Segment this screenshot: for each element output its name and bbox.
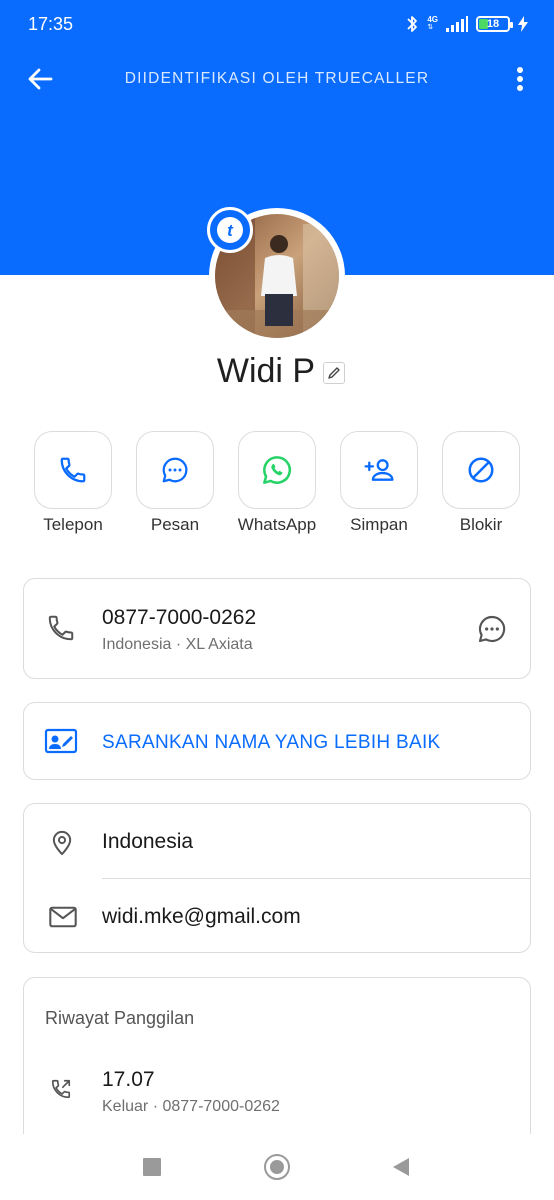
system-navigation-bar <box>0 1134 554 1200</box>
phone-icon <box>60 457 86 483</box>
signal-icon <box>446 16 468 32</box>
battery-icon: 18 <box>476 16 513 32</box>
phone-outline-icon <box>48 615 74 641</box>
action-label-call: Telepon <box>43 515 103 534</box>
call-button[interactable] <box>34 431 112 509</box>
message-icon <box>162 457 188 483</box>
app-bar: DIIDENTIFIKASI OLEH TRUECALLER <box>0 56 554 102</box>
location-text: Indonesia <box>102 830 194 853</box>
phone-carrier: Indonesia · XL Axiata <box>102 636 253 653</box>
location-row[interactable]: Indonesia <box>24 804 530 879</box>
location-pin-icon <box>52 830 72 856</box>
call-detail: Keluar · 0877-7000-0262 <box>102 1098 280 1115</box>
status-bar: 17:35 4G ⇅ 18 <box>0 0 554 50</box>
save-contact-button[interactable] <box>340 431 418 509</box>
action-whatsapp[interactable]: WhatsApp <box>227 431 327 535</box>
call-history-card: Riwayat Panggilan 17.07 Keluar · 0877-70… <box>23 977 531 1147</box>
phone-number: 0877-7000-0262 <box>102 606 257 629</box>
action-message[interactable]: Pesan <box>125 431 225 535</box>
action-label-message: Pesan <box>150 515 200 534</box>
message-button[interactable] <box>136 431 214 509</box>
suggest-name-icon <box>44 728 78 754</box>
action-label-whatsapp: WhatsApp <box>237 515 317 534</box>
app-bar-title: DIIDENTIFIKASI OLEH TRUECALLER <box>124 70 430 87</box>
edit-name-button[interactable] <box>323 362 346 384</box>
email-row[interactable]: widi.mke@gmail.com <box>24 879 530 954</box>
suggest-name-label: SARANKAN NAMA YANG LEBIH BAIK <box>102 732 441 753</box>
whatsapp-button[interactable] <box>238 431 316 509</box>
whatsapp-icon <box>263 456 292 484</box>
call-history-title: Riwayat Panggilan <box>45 1008 195 1028</box>
battery-level: 18 <box>486 18 500 30</box>
name-row: Widi P <box>0 348 554 394</box>
contact-name: Widi P <box>216 351 316 390</box>
add-person-icon <box>364 459 394 481</box>
back-nav-button[interactable] <box>392 1157 410 1177</box>
action-label-save: Simpan <box>350 515 408 534</box>
status-time: 17:35 <box>28 14 74 34</box>
email-text: widi.mke@gmail.com <box>102 905 301 928</box>
charging-icon <box>518 16 528 32</box>
bluetooth-icon <box>407 16 418 32</box>
home-button[interactable] <box>264 1154 290 1180</box>
phone-number-card[interactable]: 0877-7000-0262 Indonesia · XL Axiata <box>23 578 531 679</box>
action-buttons: Telepon Pesan WhatsApp Simpan Blokir <box>26 431 526 536</box>
action-label-block: Blokir <box>459 515 503 534</box>
suggest-name-card[interactable]: SARANKAN NAMA YANG LEBIH BAIK <box>23 702 531 780</box>
truecaller-badge: t <box>207 207 253 253</box>
more-vertical-icon <box>517 67 523 91</box>
status-icons: 4G ⇅ 18 <box>405 12 528 36</box>
action-call[interactable]: Telepon <box>23 431 123 535</box>
truecaller-logo-icon: t <box>217 217 243 243</box>
action-block[interactable]: Blokir <box>431 431 531 535</box>
contact-info-card: Indonesia widi.mke@gmail.com <box>23 803 531 953</box>
message-outline-icon[interactable] <box>476 613 508 645</box>
call-time: 17.07 <box>102 1068 155 1091</box>
pencil-icon <box>328 367 340 379</box>
home-icon <box>270 1160 284 1174</box>
email-icon <box>49 906 77 928</box>
outgoing-call-icon <box>51 1079 71 1099</box>
network-type: 4G <box>427 15 438 24</box>
more-options-button[interactable] <box>508 64 532 94</box>
recents-button[interactable] <box>143 1158 161 1176</box>
action-save[interactable]: Simpan <box>329 431 429 535</box>
block-button[interactable] <box>442 431 520 509</box>
block-icon <box>468 457 494 483</box>
network-indicator: 4G ⇅ <box>427 15 438 32</box>
